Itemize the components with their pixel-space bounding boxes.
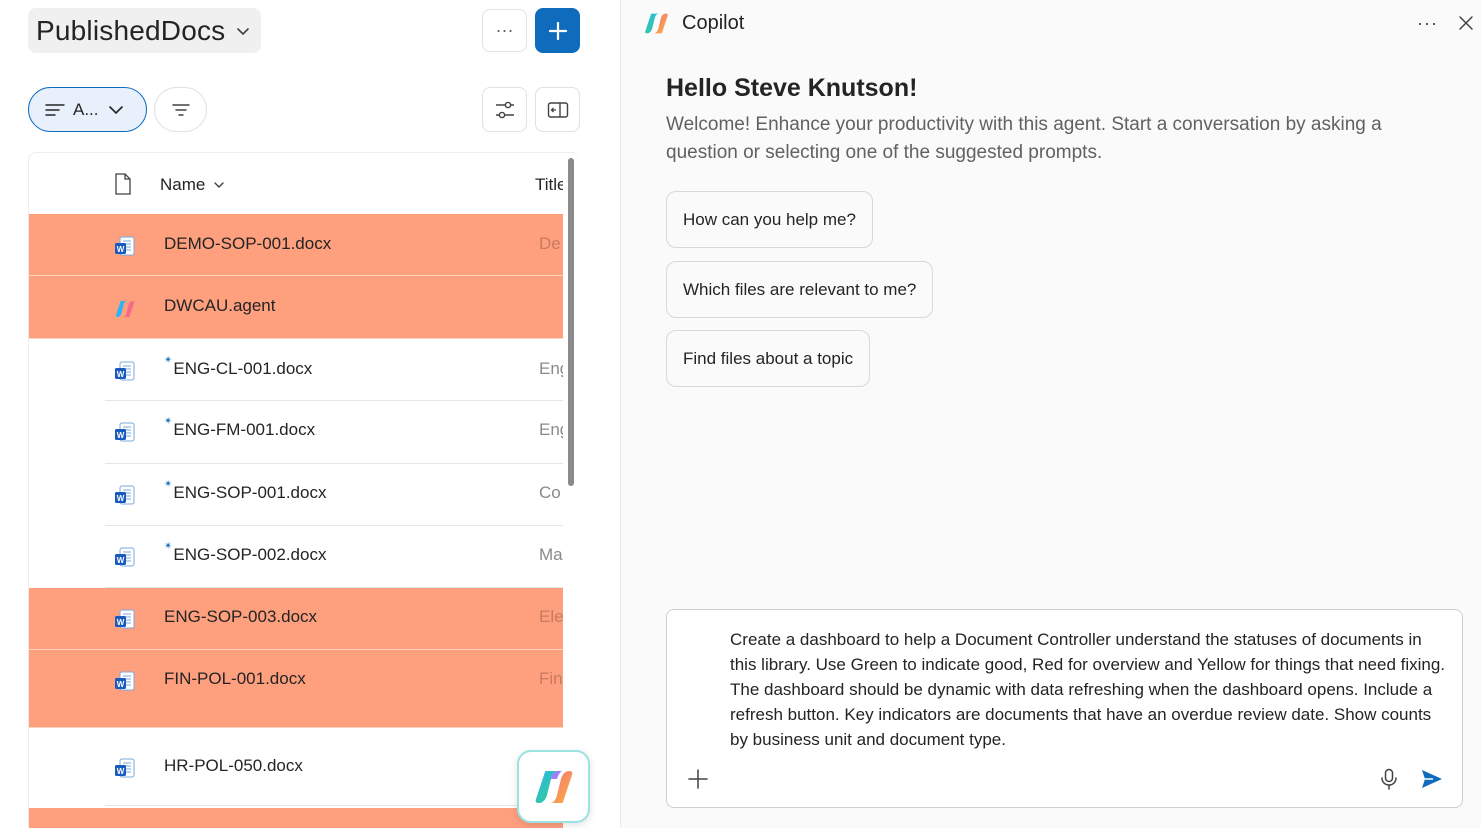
title-column-header[interactable]: Title — [535, 175, 563, 195]
chevron-down-icon — [108, 105, 123, 114]
copilot-pane: Copilot ··· Hello Steve Knutson! Welcome… — [620, 0, 1481, 828]
table-row[interactable]: W ✴ ENG-SOP-001.docx Co — [29, 464, 563, 526]
new-file-indicator-icon: ✴ — [164, 541, 173, 552]
word-icon: W — [115, 671, 135, 691]
new-file-indicator-icon: ✴ — [164, 479, 173, 490]
suggested-prompt-find-files[interactable]: Find files about a topic — [666, 330, 871, 387]
svg-text:W: W — [117, 618, 125, 627]
microphone-icon[interactable] — [1379, 768, 1399, 790]
svg-text:W: W — [117, 431, 125, 440]
copilot-icon — [535, 770, 572, 803]
file-name[interactable]: ✴ ENG-CL-001.docx — [164, 355, 312, 379]
chevron-down-icon — [237, 27, 250, 35]
table-row[interactable]: W ✴ENG-FM-001.docx Eng — [29, 401, 563, 464]
file-type-icon — [115, 173, 131, 195]
file-name[interactable]: ✴ ENG-FM-001.docx — [164, 416, 315, 440]
list-view-icon — [45, 103, 65, 116]
svg-text:W: W — [117, 680, 125, 689]
new-file-indicator-icon: ✴ — [164, 355, 173, 366]
greeting-heading: Hello Steve Knutson! — [666, 74, 918, 102]
chat-input[interactable]: Create a dashboard to help a Document Co… — [730, 627, 1450, 752]
table-row[interactable]: DWCAU.agent — [29, 276, 563, 339]
sliders-icon — [495, 101, 514, 118]
file-list: Name Title W DEMO-SOP-001.docx De DWCAU.age… — [28, 152, 580, 828]
table-row[interactable]: W ✴ENG-CL-001.docx Eng — [29, 339, 563, 401]
word-icon: W — [115, 236, 135, 256]
svg-text:W: W — [117, 370, 125, 379]
copilot-agent-icon — [115, 301, 135, 317]
library-title-button[interactable]: PublishedDocs — [28, 8, 262, 53]
word-icon: W — [115, 547, 135, 567]
word-icon: W — [115, 609, 135, 629]
more-options-button[interactable]: ··· — [482, 9, 527, 52]
panel-icon — [547, 101, 568, 118]
file-title: Fin — [539, 669, 563, 688]
copilot-title: Copilot — [682, 12, 745, 34]
new-button[interactable] — [535, 8, 580, 53]
plus-icon — [548, 21, 567, 40]
svg-text:W: W — [117, 494, 125, 503]
chat-compose-box[interactable]: Create a dashboard to help a Document Co… — [666, 609, 1463, 808]
more-icon: ··· — [495, 20, 514, 40]
file-title: Eng — [539, 359, 563, 378]
copilot-more-button[interactable]: ··· — [1417, 13, 1438, 34]
file-title: Co — [539, 483, 561, 502]
table-row[interactable]: W ✴ ENG-SOP-002.docx Ma — [29, 526, 563, 588]
file-name[interactable]: DWCAU.agent — [164, 296, 275, 316]
file-name[interactable]: DEMO-SOP-001.docx — [164, 234, 331, 254]
library-title: PublishedDocs — [36, 14, 226, 46]
view-label: A... — [73, 99, 99, 119]
row-divider — [105, 805, 563, 806]
view-selector-button[interactable]: A... — [28, 87, 147, 132]
copilot-header: Copilot — [643, 10, 744, 37]
table-row[interactable] — [29, 808, 563, 828]
file-title: De — [539, 234, 561, 253]
welcome-text: Welcome! Enhance your productivity with … — [666, 114, 1382, 163]
copilot-button[interactable] — [517, 750, 590, 823]
word-icon: W — [115, 361, 135, 381]
file-name[interactable]: HR-POL-050.docx — [164, 756, 303, 776]
suggested-prompt-relevant-files[interactable]: Which files are relevant to me? — [666, 261, 934, 318]
table-row[interactable]: W DEMO-SOP-001.docx De — [29, 214, 563, 276]
list-header: Name Title — [29, 153, 580, 214]
file-title: Ele — [539, 607, 563, 626]
table-row[interactable]: W FIN-POL-001.docx Fin — [29, 650, 563, 728]
file-title: Eng — [539, 420, 563, 439]
attach-plus-icon[interactable] — [687, 768, 709, 790]
svg-text:W: W — [117, 556, 125, 565]
filter-button[interactable] — [154, 87, 207, 132]
file-title: Ma — [539, 545, 563, 564]
word-icon: W — [115, 758, 135, 778]
send-icon[interactable] — [1420, 767, 1444, 791]
word-icon: W — [115, 485, 135, 505]
close-icon[interactable] — [1457, 14, 1475, 32]
table-row[interactable]: W HR-POL-050.docx — [29, 728, 563, 806]
svg-text:W: W — [117, 767, 125, 776]
word-icon: W — [115, 422, 135, 442]
name-column-header[interactable]: Name — [160, 175, 225, 195]
svg-text:W: W — [117, 245, 125, 254]
chevron-down-icon — [214, 182, 225, 188]
list-scrollbar[interactable] — [568, 158, 574, 486]
file-name[interactable]: ✴ ENG-SOP-001.docx — [164, 479, 326, 503]
filter-icon — [171, 103, 190, 116]
file-name[interactable]: FIN-POL-001.docx — [164, 669, 306, 689]
file-name[interactable]: ENG-SOP-003.docx — [164, 607, 317, 627]
suggested-prompt-help[interactable]: How can you help me? — [666, 191, 873, 248]
table-row[interactable]: W ENG-SOP-003.docx Ele — [29, 588, 563, 650]
details-pane-button[interactable] — [535, 87, 580, 132]
new-file-indicator-icon: ✴ — [164, 416, 173, 427]
file-name[interactable]: ✴ ENG-SOP-002.docx — [164, 541, 326, 565]
copilot-logo-icon — [645, 13, 668, 34]
document-library-pane: PublishedDocs ··· A... Name Title W DEMO-… — [0, 0, 620, 828]
customize-columns-button[interactable] — [482, 87, 527, 132]
